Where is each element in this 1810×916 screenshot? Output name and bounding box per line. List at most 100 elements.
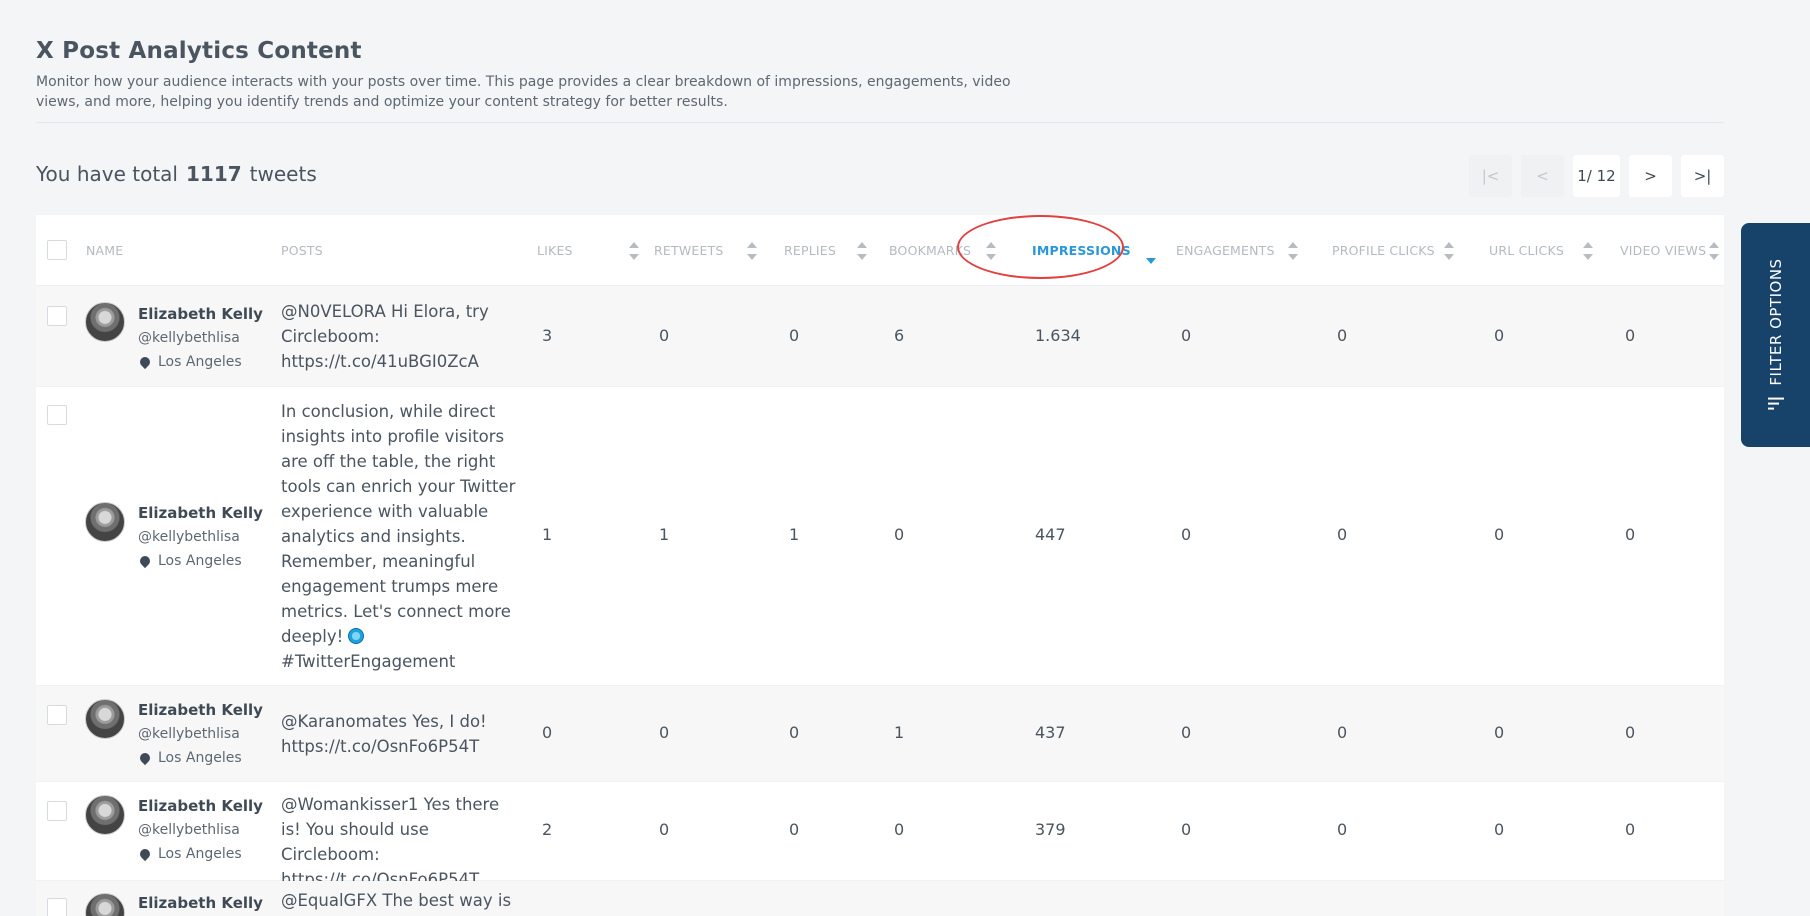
user-handle[interactable]: @kellybethlisa (138, 525, 263, 549)
impressions-highlight-annotation (957, 215, 1124, 279)
user-handle[interactable]: @kellybethlisa (138, 722, 263, 746)
bookmarks-value: 0 (894, 820, 905, 839)
filter-options-button[interactable]: FILTER OPTIONS (1741, 223, 1810, 447)
user-name[interactable]: Elizabeth Kelly (138, 794, 263, 818)
last-page-button[interactable]: >| (1681, 155, 1724, 197)
col-retweets-label: RETWEETS (654, 243, 724, 258)
page-indicator: 1/ 12 (1573, 155, 1620, 197)
retweets-value: 0 (659, 326, 670, 345)
url-clicks-value: 0 (1494, 723, 1505, 742)
col-profile-clicks-label: PROFILE CLICKS (1332, 243, 1435, 258)
sort-arrows-icon[interactable] (1582, 240, 1594, 262)
select-all-checkbox[interactable] (47, 240, 67, 260)
total-count: 1117 (186, 162, 242, 186)
user-info: Elizabeth Kelly @kellybethlisa Los Angel… (137, 794, 263, 866)
sort-arrows-icon[interactable] (1708, 240, 1720, 262)
post-text: @Karanomates Yes, I do! https://t.co/Osn… (281, 712, 487, 756)
row-checkbox[interactable] (47, 801, 67, 821)
filter-icon (1767, 397, 1784, 410)
sort-arrows-icon[interactable] (628, 240, 640, 262)
user-name[interactable]: Elizabeth Kelly (138, 302, 263, 326)
first-page-button[interactable]: |< (1469, 155, 1512, 197)
sort-arrows-icon[interactable] (1443, 240, 1455, 262)
table-header: NAME POSTS LIKES RETWEETS REPLIES BOOKMA… (36, 215, 1724, 286)
col-likes[interactable]: LIKES (537, 215, 640, 286)
location-pin-icon (137, 354, 153, 370)
col-url-clicks[interactable]: URL CLICKS (1489, 215, 1594, 286)
avatar (85, 502, 125, 542)
engagements-value: 0 (1181, 820, 1192, 839)
user-name[interactable]: Elizabeth Kelly (138, 698, 263, 722)
location-text: Los Angeles (158, 553, 242, 569)
sort-arrows-icon[interactable] (746, 240, 758, 262)
retweets-value: 0 (659, 723, 670, 742)
sort-arrows-icon[interactable] (1287, 240, 1299, 262)
replies-value: 0 (789, 820, 800, 839)
table-row[interactable]: Elizabeth Kelly @kellybethlisa Los Angel… (36, 686, 1724, 782)
table-row[interactable]: Elizabeth Kelly @kellybethlisa Los Angel… (36, 782, 1724, 889)
post-text: In conclusion, while direct insights int… (281, 399, 521, 674)
likes-value: 3 (542, 326, 553, 345)
col-engagements-label: ENGAGEMENTS (1176, 243, 1275, 258)
replies-value: 1 (789, 525, 800, 544)
prev-page-button[interactable]: < (1521, 155, 1564, 197)
row-checkbox[interactable] (47, 705, 67, 725)
col-url-clicks-label: URL CLICKS (1489, 243, 1565, 258)
video-views-value: 0 (1625, 525, 1636, 544)
avatar (85, 302, 125, 342)
col-likes-label: LIKES (537, 243, 573, 258)
post-text: @EqualGFX The best way is (281, 891, 512, 910)
bookmarks-value: 1 (894, 723, 905, 742)
col-posts[interactable]: POSTS (281, 215, 323, 286)
url-clicks-value: 0 (1494, 525, 1505, 544)
table-row[interactable]: Elizabeth Kelly @EqualGFX The best way i… (36, 881, 1724, 916)
profile-clicks-value: 0 (1337, 525, 1348, 544)
total-prefix: You have total (36, 162, 178, 186)
row-checkbox[interactable] (47, 405, 67, 425)
engagements-value: 0 (1181, 326, 1192, 345)
col-video-views[interactable]: VIDEO VIEWS (1620, 215, 1720, 286)
location-text: Los Angeles (158, 750, 242, 766)
row-checkbox[interactable] (47, 306, 67, 326)
total-suffix: tweets (249, 162, 317, 186)
user-location: Los Angeles (137, 842, 263, 866)
col-replies-label: REPLIES (784, 243, 837, 258)
table-row[interactable]: Elizabeth Kelly @kellybethlisa Los Angel… (36, 286, 1724, 387)
sort-arrows-icon[interactable] (856, 240, 868, 262)
filter-options-label: FILTER OPTIONS (1766, 258, 1785, 386)
retweets-value: 1 (659, 525, 670, 544)
location-text: Los Angeles (158, 846, 242, 862)
user-name[interactable]: Elizabeth Kelly (138, 501, 263, 525)
page-description: Monitor how your audience interacts with… (36, 74, 1011, 110)
row-checkbox[interactable] (47, 898, 67, 916)
post-hashtag[interactable]: #TwitterEngagement (281, 652, 455, 671)
avatar (85, 893, 125, 916)
user-info: Elizabeth Kelly @kellybethlisa Los Angel… (137, 501, 263, 573)
col-replies[interactable]: REPLIES (784, 215, 868, 286)
col-profile-clicks[interactable]: PROFILE CLICKS (1332, 215, 1455, 286)
user-handle[interactable]: @kellybethlisa (138, 326, 263, 350)
table-row[interactable]: Elizabeth Kelly @kellybethlisa Los Angel… (36, 387, 1724, 686)
col-engagements[interactable]: ENGAGEMENTS (1176, 215, 1299, 286)
avatar (85, 699, 125, 739)
page-title: X Post Analytics Content (36, 38, 362, 64)
col-name[interactable]: NAME (86, 215, 123, 286)
next-page-button[interactable]: > (1629, 155, 1672, 197)
url-clicks-value: 0 (1494, 326, 1505, 345)
engagements-value: 0 (1181, 723, 1192, 742)
impressions-value: 447 (1035, 525, 1066, 544)
post-text: @Womankisser1 Yes there is! You should u… (281, 795, 500, 889)
globe-emoji-icon (348, 628, 365, 644)
col-retweets[interactable]: RETWEETS (654, 215, 758, 286)
sort-desc-icon[interactable] (1145, 240, 1157, 264)
post-text: @N0VELORA Hi Elora, try Circleboom: http… (281, 302, 489, 371)
user-name[interactable]: Elizabeth Kelly (138, 891, 263, 915)
user-location: Los Angeles (137, 746, 263, 770)
retweets-value: 0 (659, 820, 670, 839)
user-info: Elizabeth Kelly (138, 891, 263, 915)
user-location: Los Angeles (137, 350, 263, 374)
likes-value: 0 (542, 723, 553, 742)
pagination: |< < 1/ 12 > >| (1469, 155, 1724, 197)
user-handle[interactable]: @kellybethlisa (138, 818, 263, 842)
location-text: Los Angeles (158, 354, 242, 370)
